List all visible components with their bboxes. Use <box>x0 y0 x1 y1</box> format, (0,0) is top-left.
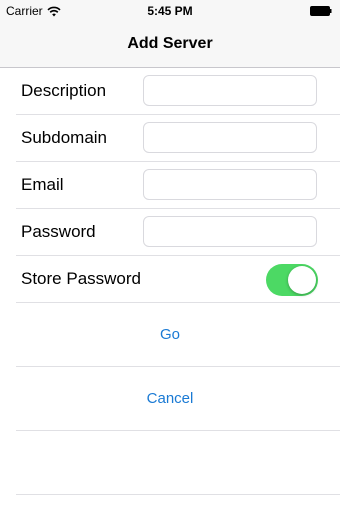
empty-row <box>16 431 340 495</box>
server-form: Description Subdomain Email Password Sto… <box>0 68 340 495</box>
status-bar: Carrier 5:45 PM <box>0 0 340 22</box>
description-row: Description <box>16 68 340 115</box>
store-password-row: Store Password <box>16 256 340 303</box>
subdomain-row: Subdomain <box>16 115 340 162</box>
add-server-screen: Carrier 5:45 PM Add Server Description S… <box>0 0 340 510</box>
go-button[interactable]: Go <box>16 303 324 366</box>
email-row: Email <box>16 162 340 209</box>
cancel-button[interactable]: Cancel <box>16 367 324 430</box>
password-label: Password <box>21 222 96 241</box>
store-password-label: Store Password <box>21 269 141 288</box>
go-row: Go <box>16 303 340 367</box>
status-time: 5:45 PM <box>147 4 193 18</box>
email-field[interactable] <box>143 169 317 200</box>
toggle-knob <box>288 266 316 294</box>
email-label: Email <box>21 175 64 194</box>
subdomain-label: Subdomain <box>21 128 108 147</box>
description-field[interactable] <box>143 75 317 106</box>
navigation-bar: Add Server <box>0 22 340 68</box>
subdomain-field[interactable] <box>143 122 317 153</box>
page-title: Add Server <box>127 35 213 52</box>
battery-icon <box>310 6 332 16</box>
store-password-toggle[interactable] <box>266 264 318 296</box>
password-field[interactable] <box>143 216 317 247</box>
password-row: Password <box>16 209 340 256</box>
description-label: Description <box>21 81 107 100</box>
cancel-row: Cancel <box>16 367 340 431</box>
